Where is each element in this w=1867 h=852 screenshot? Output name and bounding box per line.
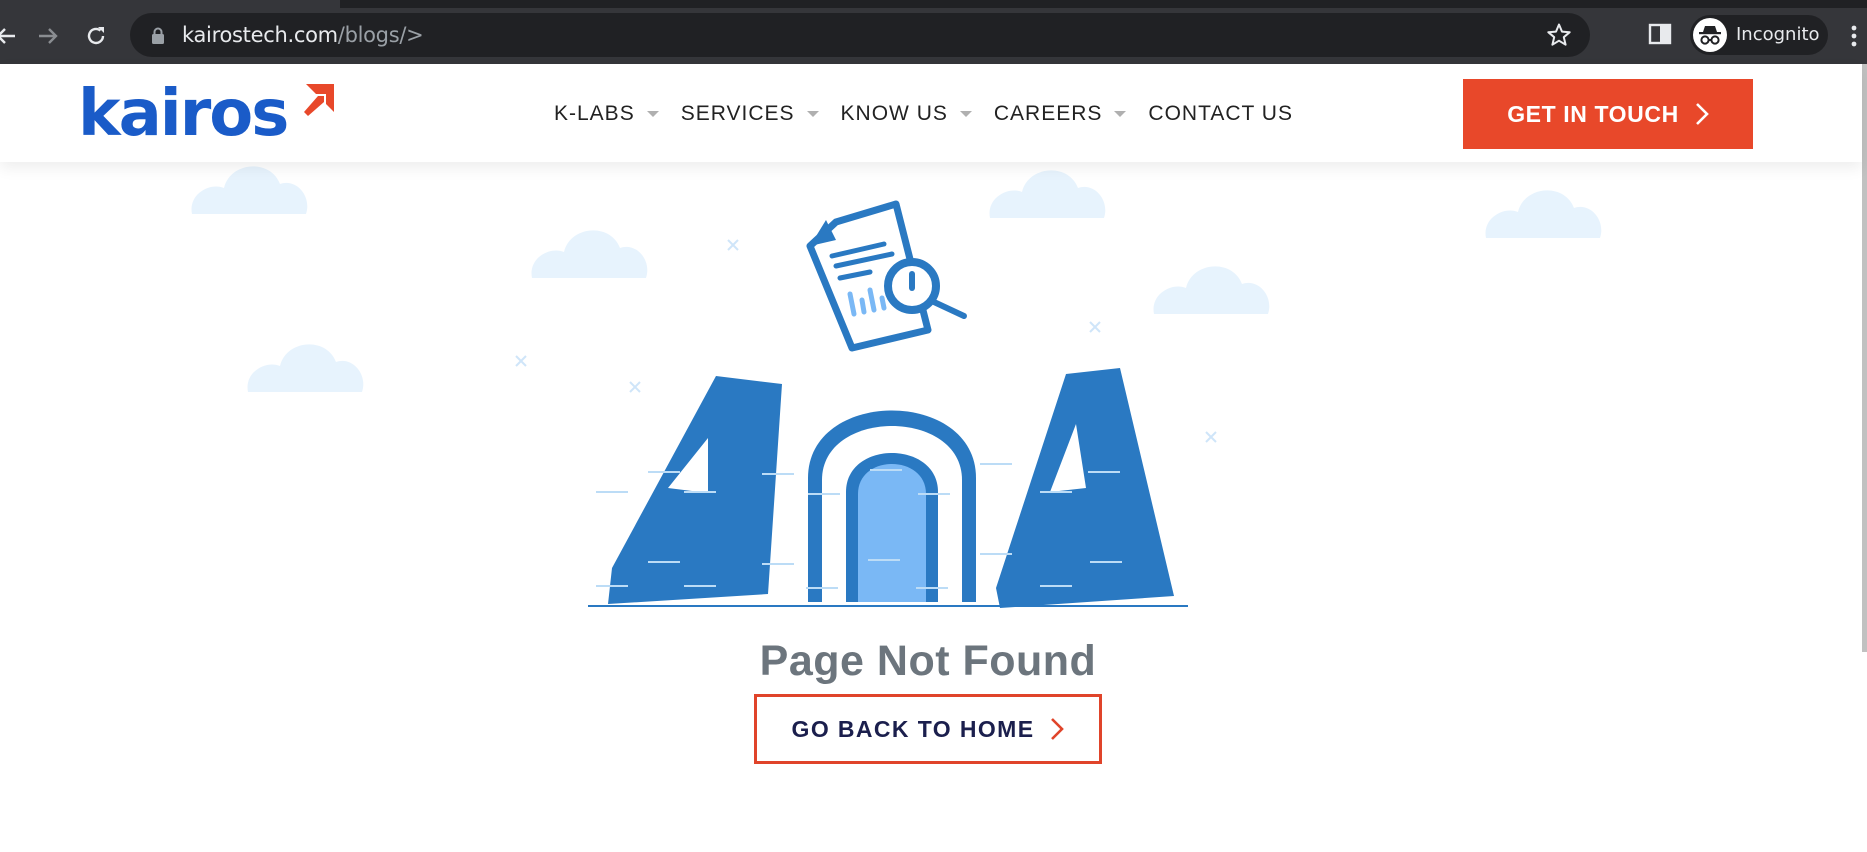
kebab-menu-icon[interactable] xyxy=(1848,24,1860,48)
go-back-home-button[interactable]: GO BACK TO HOME xyxy=(754,694,1102,764)
url-path: /blogs/> xyxy=(337,23,424,47)
cloud xyxy=(1153,266,1270,314)
reload-icon xyxy=(87,27,105,45)
nav-item-careers[interactable]: CAREERS xyxy=(994,102,1127,126)
logo-arrow-icon xyxy=(304,84,334,116)
forward-button[interactable] xyxy=(30,18,66,54)
nav-item-label: KNOW US xyxy=(840,102,948,125)
caret-down-icon xyxy=(806,111,819,117)
caret-down-icon xyxy=(646,111,659,117)
chevron-right-icon xyxy=(1051,718,1065,740)
logo[interactable]: kairos xyxy=(78,82,334,146)
main-navigation: K-LABS SERVICES KNOW US CAREERS CONTACT … xyxy=(554,102,1315,126)
nav-item-label: CAREERS xyxy=(993,102,1103,125)
tab-strip xyxy=(340,0,1867,8)
profile-label: Incognito xyxy=(1736,24,1820,45)
page-title: Page Not Found xyxy=(759,636,1097,685)
ground-dash-lines xyxy=(596,553,1122,589)
logo-text: kairos xyxy=(78,77,289,151)
cloud xyxy=(1485,190,1602,238)
caret-down-icon xyxy=(1114,111,1127,117)
incognito-icon xyxy=(1699,26,1721,45)
lock-icon[interactable] xyxy=(150,27,166,45)
cloud xyxy=(531,230,648,278)
site-header: kairos K-LABS SERVICES KNOW US CAREERS C… xyxy=(0,64,1862,162)
nav-item-label: SERVICES xyxy=(680,102,795,125)
nav-item-label: CONTACT US xyxy=(1148,102,1293,125)
arrow-right-icon xyxy=(39,28,58,44)
get-in-touch-button[interactable]: GET IN TOUCH xyxy=(1463,79,1753,149)
cta-label: GET IN TOUCH xyxy=(1507,100,1679,127)
nav-item-contact-us[interactable]: CONTACT US xyxy=(1148,102,1293,126)
page-scrollbar[interactable] xyxy=(1862,64,1867,652)
cloud xyxy=(247,344,364,392)
nav-item-k-labs[interactable]: K-LABS xyxy=(554,102,659,126)
incognito-avatar xyxy=(1693,18,1727,52)
incognito-profile-button[interactable]: Incognito xyxy=(1690,15,1828,55)
404-illustration xyxy=(191,166,1602,608)
url-text: kairostech.com/blogs/> xyxy=(182,23,424,47)
star-icon[interactable] xyxy=(1546,22,1572,48)
caret-down-icon xyxy=(959,111,972,117)
address-bar[interactable]: kairostech.com/blogs/> xyxy=(130,13,1590,57)
back-button[interactable] xyxy=(0,18,24,54)
side-panel-icon[interactable] xyxy=(1648,22,1672,46)
arrow-left-icon xyxy=(0,28,15,44)
url-host: kairostech.com xyxy=(182,23,338,47)
nav-item-know-us[interactable]: KNOW US xyxy=(841,102,972,126)
nav-item-services[interactable]: SERVICES xyxy=(681,102,819,126)
nav-item-label: K-LABS xyxy=(554,102,635,125)
cloud xyxy=(989,170,1106,218)
chevron-right-icon xyxy=(1695,103,1709,125)
home-button-label: GO BACK TO HOME xyxy=(791,715,1035,742)
browser-toolbar: kairostech.com/blogs/> Incognito xyxy=(0,0,1867,64)
reload-button[interactable] xyxy=(78,18,114,54)
document-with-magnifier xyxy=(806,172,967,352)
cloud xyxy=(191,166,308,214)
